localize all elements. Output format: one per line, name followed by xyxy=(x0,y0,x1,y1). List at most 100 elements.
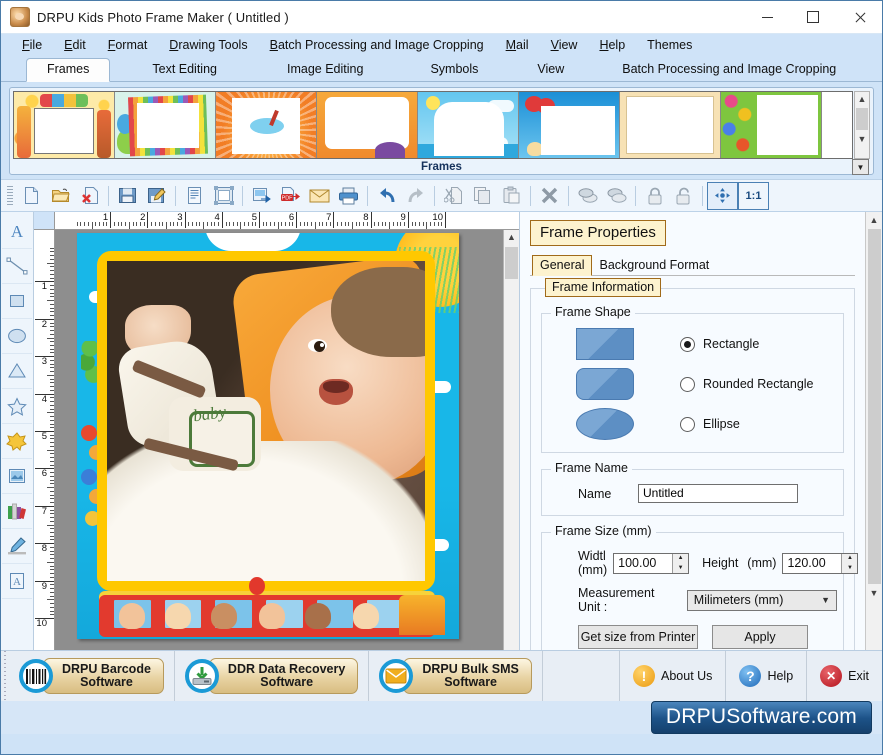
ellipse-tool-button[interactable] xyxy=(2,319,32,354)
delete-button[interactable] xyxy=(535,183,564,209)
frame-thumb-orange-clouds[interactable] xyxy=(317,92,418,158)
clipart-tool-button[interactable] xyxy=(2,494,32,529)
redo-button[interactable] xyxy=(401,183,430,209)
bring-front-button[interactable] xyxy=(573,183,602,209)
frame-thumb-plain-cream[interactable] xyxy=(620,92,721,158)
unlock-button[interactable] xyxy=(669,183,698,209)
undo-button[interactable] xyxy=(372,183,401,209)
lock-button[interactable] xyxy=(640,183,669,209)
save-as-button[interactable] xyxy=(142,183,171,209)
shape-tool-button[interactable] xyxy=(2,424,32,459)
triangle-tool-button[interactable] xyxy=(2,354,32,389)
radio-rounded-rectangle[interactable] xyxy=(680,376,695,392)
mail-button[interactable] xyxy=(305,183,334,209)
frame-shape-option-ellipse[interactable]: Ellipse xyxy=(548,408,837,440)
chevron-down-icon[interactable]: ▼ xyxy=(673,563,688,573)
menu-item-mail[interactable]: Mail xyxy=(495,36,540,54)
menu-item-edit[interactable]: Edit xyxy=(53,36,97,54)
radio-ellipse[interactable] xyxy=(680,416,695,432)
tab-batch-processing[interactable]: Batch Processing and Image Cropping xyxy=(606,58,852,81)
gallery-scroll-thumb[interactable] xyxy=(856,108,868,130)
pencil-tool-button[interactable] xyxy=(2,529,32,564)
ruler-horizontal-scale[interactable]: 1 2 3 4 5 6 7 8 9 10 xyxy=(55,212,519,229)
new-button[interactable] xyxy=(17,183,46,209)
measurement-unit-select[interactable]: Milimeters (mm) ▼ xyxy=(686,589,837,611)
frame-thumb-balloons[interactable] xyxy=(519,92,620,158)
properties-scroll-thumb[interactable] xyxy=(867,229,881,584)
fit-to-screen-button[interactable] xyxy=(707,181,738,210)
send-back-button[interactable] xyxy=(602,183,631,209)
kids-photo-frame-canvas[interactable]: baby xyxy=(77,233,459,639)
chevron-up-icon[interactable]: ▲ xyxy=(870,212,879,228)
toolbar-grip[interactable] xyxy=(7,185,13,206)
paste-button[interactable] xyxy=(497,183,526,209)
rectangle-tool-button[interactable] xyxy=(2,284,32,319)
maximize-button[interactable] xyxy=(790,1,836,33)
frame-thumb-sunrise[interactable] xyxy=(216,92,317,158)
menu-item-view[interactable]: View xyxy=(540,36,589,54)
menu-item-format[interactable]: Format xyxy=(97,36,159,54)
minimize-button[interactable] xyxy=(744,1,790,33)
menu-item-themes[interactable]: Themes xyxy=(636,36,703,54)
promo-drpu-bulk-sms[interactable]: DRPU Bulk SMS Software xyxy=(369,651,543,701)
radio-rectangle[interactable] xyxy=(680,336,695,352)
promo-drpu-barcode[interactable]: DRPU Barcode Software xyxy=(9,651,175,701)
frame-shape-option-rounded-rectangle[interactable]: Rounded Rectangle xyxy=(548,368,837,400)
tab-symbols[interactable]: Symbols xyxy=(414,58,494,81)
line-tool-button[interactable] xyxy=(2,249,32,284)
cut-button[interactable] xyxy=(439,183,468,209)
exit-button[interactable]: ✕ Exit xyxy=(806,651,882,701)
tab-frames[interactable]: Frames xyxy=(26,58,111,82)
export-image-button[interactable] xyxy=(247,183,276,209)
apply-button[interactable]: Apply xyxy=(712,625,808,649)
frames-gallery-list[interactable] xyxy=(13,91,853,159)
about-us-button[interactable]: ! About Us xyxy=(619,651,725,701)
chevron-up-icon[interactable]: ▲ xyxy=(842,554,857,564)
height-stepper[interactable]: 120.00 ▲ ▼ xyxy=(782,552,859,574)
watermark-tool-button[interactable]: A xyxy=(2,564,32,599)
height-stepper-arrows[interactable]: ▲ ▼ xyxy=(841,553,858,573)
close-file-button[interactable] xyxy=(75,183,104,209)
tab-image-editing[interactable]: Image Editing xyxy=(271,58,379,81)
tab-background-format[interactable]: Background Format xyxy=(592,256,716,275)
open-button[interactable] xyxy=(46,183,75,209)
properties-button[interactable] xyxy=(180,183,209,209)
gallery-dropdown-button[interactable]: ▼ xyxy=(852,159,869,175)
height-value[interactable]: 120.00 xyxy=(783,554,841,573)
frame-name-input[interactable] xyxy=(638,484,798,503)
canvas-scroll-thumb[interactable] xyxy=(505,247,518,279)
width-stepper-arrows[interactable]: ▲ ▼ xyxy=(672,553,689,573)
frame-thumb-floral[interactable] xyxy=(721,92,822,158)
frame-thumb-rainbow-stripes[interactable] xyxy=(115,92,216,158)
text-tool-button[interactable]: A xyxy=(2,214,32,249)
tab-text-editing[interactable]: Text Editing xyxy=(136,58,233,81)
menu-item-drawing-tools[interactable]: Drawing Tools xyxy=(158,36,258,54)
canvas-viewport[interactable]: baby ▲ xyxy=(55,230,519,650)
chevron-up-icon[interactable]: ▲ xyxy=(673,554,688,564)
tab-view[interactable]: View xyxy=(521,58,580,81)
promo-ddr-data-recovery[interactable]: DDR Data Recovery Software xyxy=(175,651,370,701)
width-stepper[interactable]: 100.00 ▲ ▼ xyxy=(613,552,690,574)
frame-shape-option-rectangle[interactable]: Rectangle xyxy=(548,328,837,360)
tab-general[interactable]: General xyxy=(532,255,593,276)
picture-tool-button[interactable] xyxy=(2,459,32,494)
help-button[interactable]: ? Help xyxy=(725,651,806,701)
vertical-ruler[interactable]: 1 2 3 4 5 6 7 8 9 10 xyxy=(34,230,55,650)
brand-logo[interactable]: DRPUSoftware.com xyxy=(650,701,872,734)
width-value[interactable]: 100.00 xyxy=(614,554,672,573)
chevron-up-icon[interactable]: ▲ xyxy=(507,230,516,245)
zoom-actual-button[interactable]: 1:1 xyxy=(738,181,769,210)
save-button[interactable] xyxy=(113,183,142,209)
print-button[interactable] xyxy=(334,183,363,209)
properties-vertical-scrollbar[interactable]: ▲ ▼ xyxy=(865,212,882,650)
export-pdf-button[interactable]: PDF xyxy=(276,183,305,209)
select-all-button[interactable] xyxy=(209,183,238,209)
frame-thumb-sky-arch[interactable] xyxy=(418,92,519,158)
get-size-from-printer-button[interactable]: Get size from Printer xyxy=(578,625,698,649)
chevron-up-icon[interactable]: ▲ xyxy=(858,92,867,106)
menu-item-batch-processing[interactable]: Batch Processing and Image Cropping xyxy=(259,36,495,54)
chevron-down-icon[interactable]: ▼ xyxy=(842,563,857,573)
gallery-scrollbar[interactable]: ▲ ▼ xyxy=(854,91,870,159)
menu-item-help[interactable]: Help xyxy=(588,36,636,54)
copy-button[interactable] xyxy=(468,183,497,209)
